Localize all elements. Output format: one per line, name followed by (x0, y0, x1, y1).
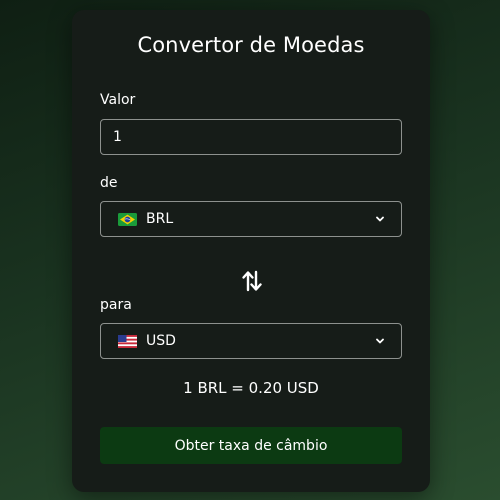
chevron-down-icon (375, 336, 385, 346)
usa-flag-icon (118, 334, 137, 348)
get-rate-button[interactable]: Obter taxa de câmbio (100, 427, 402, 464)
converter-card: Convertor de Moedas Valor de BRL para (72, 10, 430, 492)
from-currency-code: BRL (146, 211, 174, 227)
to-label: para (100, 297, 132, 313)
to-currency-code: USD (146, 333, 176, 349)
swap-arrows-icon[interactable] (241, 269, 263, 293)
exchange-rate-text: 1 BRL = 0.20 USD (183, 379, 319, 397)
chevron-down-icon (375, 214, 385, 224)
page-title: Convertor de Moedas (137, 33, 365, 57)
amount-input[interactable] (100, 119, 402, 155)
brazil-flag-icon (118, 212, 137, 226)
to-currency-select[interactable]: USD (100, 323, 402, 359)
from-currency-select[interactable]: BRL (100, 201, 402, 237)
amount-label: Valor (100, 92, 136, 108)
from-label: de (100, 175, 118, 191)
